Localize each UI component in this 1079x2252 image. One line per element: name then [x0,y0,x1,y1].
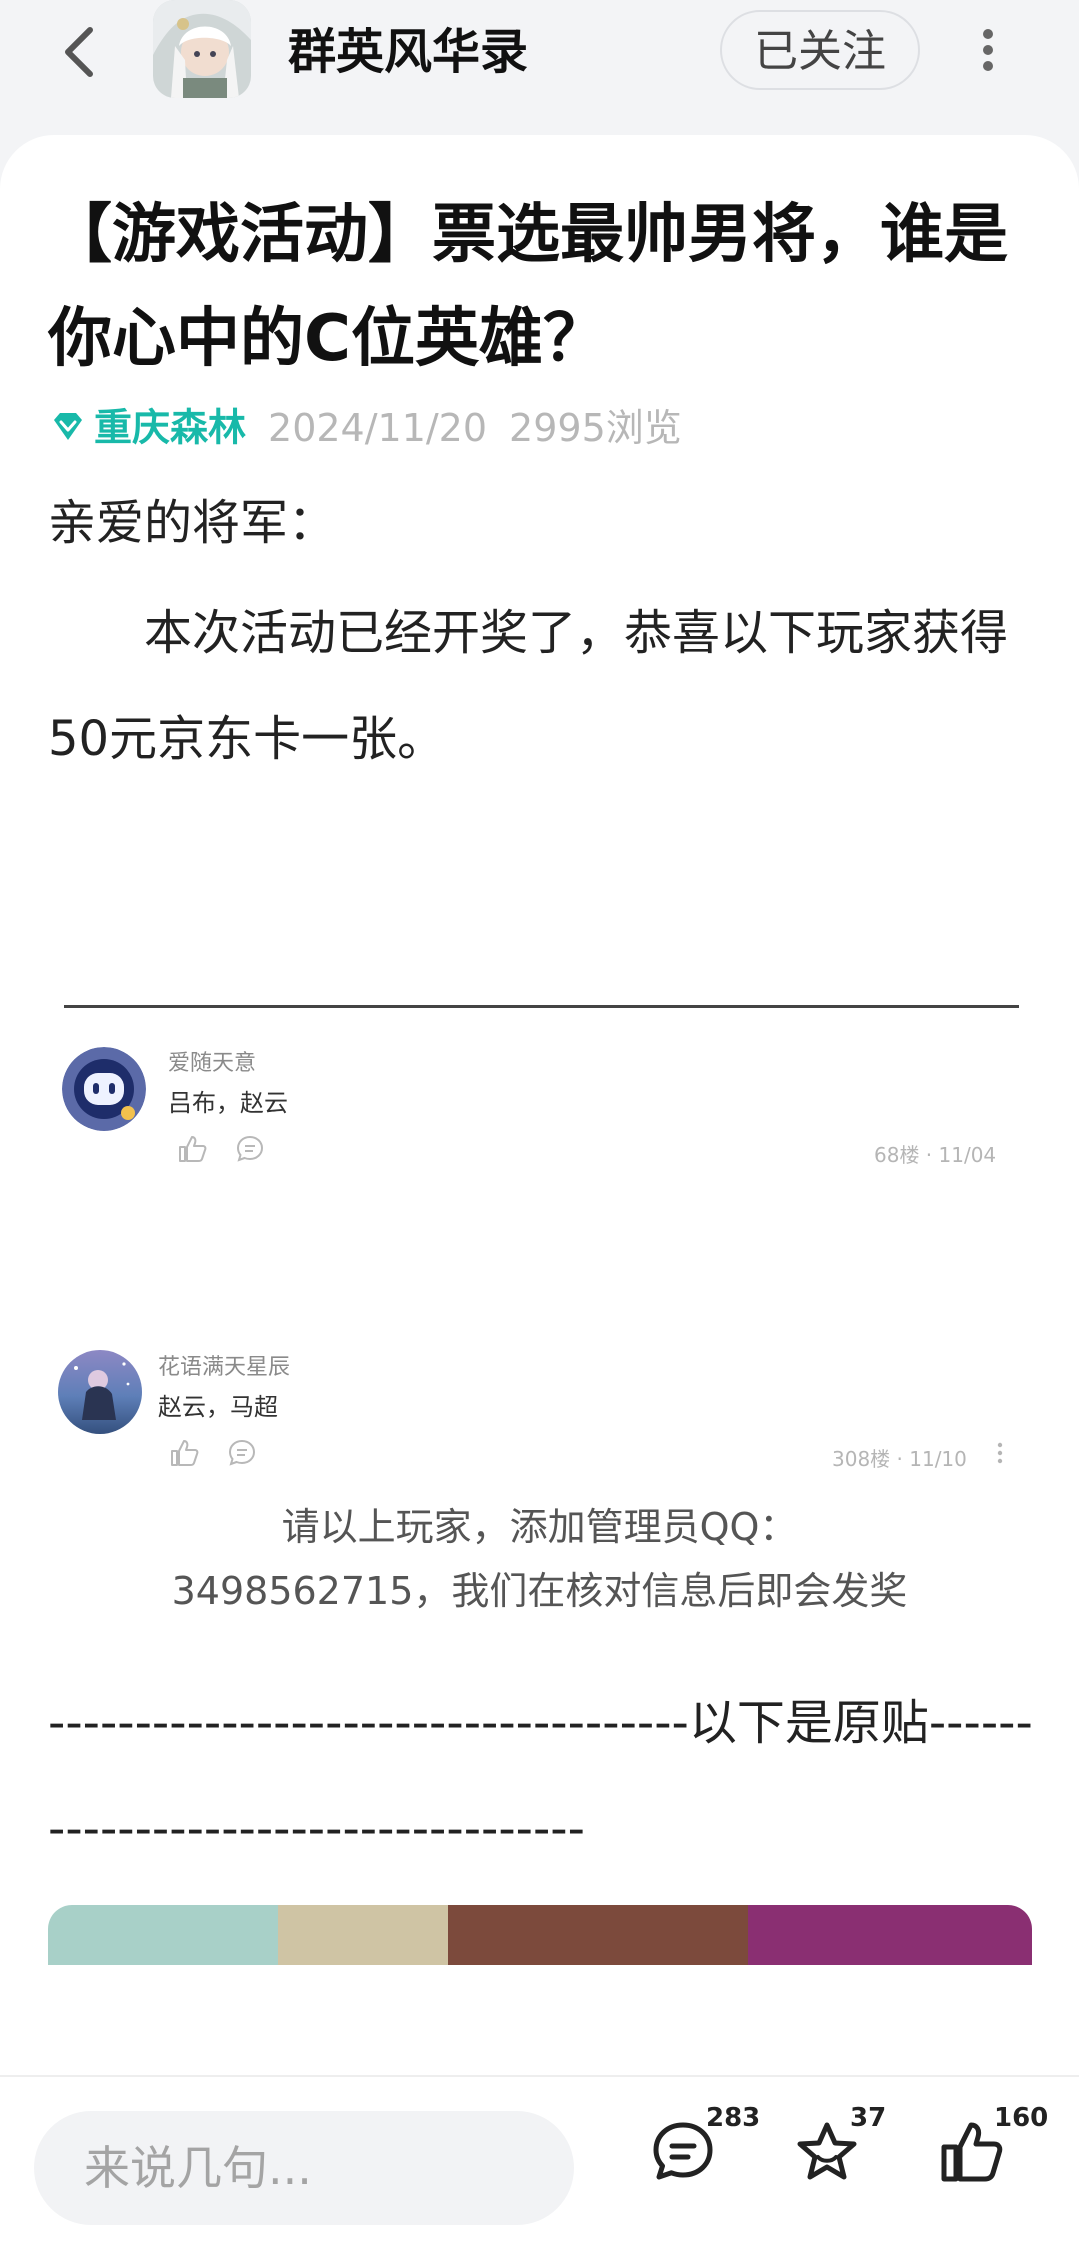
more-button[interactable] [958,20,1018,80]
post-card: 【游戏活动】票选最帅男将，谁是你心中的C位英雄？ 重庆森林 2024/11/20 2… [0,135,1079,2085]
commenter-name: 花语满天星辰 [158,1355,291,1380]
comments-button[interactable]: 283 [648,2103,760,2187]
contact-note-line2: 3498562715，我们在核对信息后即会发奖 [171,1569,908,1613]
like-button[interactable]: 160 [936,2103,1048,2187]
app-title[interactable]: 群英风华录 [288,20,528,84]
commenter-name: 爱随天意 [168,1051,257,1076]
comments-count: 283 [706,2103,761,2133]
back-button[interactable] [52,22,112,82]
night-sky-avatar-icon [58,1350,142,1434]
vertical-dots-icon [997,1442,1003,1464]
app-avatar[interactable] [153,0,251,98]
comment-input[interactable] [34,2111,574,2225]
image-segment [278,1905,448,1965]
winner-comment-screenshot: 爱随天意 吕布，赵云 68楼 · 11/04 [60,1005,1020,1265]
avatar [62,1047,146,1131]
view-count: 2995浏览 [509,405,682,450]
top-bar: 群英风华录 已关注 [0,0,1079,130]
post-date: 2024/11/20 [268,405,488,450]
comment-icon [228,1439,256,1466]
floor-info: 68楼 · 11/04 [874,1143,997,1167]
robot-avatar-icon [62,1047,146,1131]
post-meta: 重庆森林 2024/11/20 2995浏览 [48,395,682,455]
follow-button[interactable]: 已关注 [720,10,920,90]
vertical-dots-icon [983,29,993,71]
avatar [58,1350,142,1434]
greeting-text: 亲爱的将军： [48,495,337,551]
thumbs-up-icon [171,1440,199,1466]
image-segment [748,1905,1032,1965]
comment-text: 吕布，赵云 [168,1089,288,1117]
comment-icon [236,1135,264,1162]
chevron-left-icon [65,27,93,77]
thumbs-up-icon [179,1136,207,1162]
post-image[interactable] [48,1905,1032,1965]
diamond-badge-icon [54,412,82,440]
body-text: 本次活动已经开奖了，恭喜以下玩家获得50元京东卡一张。 [48,605,1009,767]
contact-note-line1: 请以上玩家，添加管理员QQ： [281,1505,798,1549]
floor-info: 308楼 · 11/10 [832,1447,967,1471]
image-segment [448,1905,748,1965]
favorites-count: 37 [850,2103,887,2133]
bottom-action-bar: 283 37 160 [0,2075,1079,2252]
post-title: 【游戏活动】票选最帅男将，谁是你心中的C位英雄？ [48,198,1008,376]
app-avatar-image [153,0,251,98]
comment-text: 赵云，马超 [158,1393,278,1421]
divider-line [64,1005,1019,1008]
author-name[interactable]: 重庆森林 [94,406,246,450]
image-segment [48,1905,278,1965]
favorite-button[interactable]: 37 [792,2103,886,2187]
original-post-divider: -------------------------------------以下是… [48,1695,1033,1857]
likes-count: 160 [994,2103,1049,2133]
